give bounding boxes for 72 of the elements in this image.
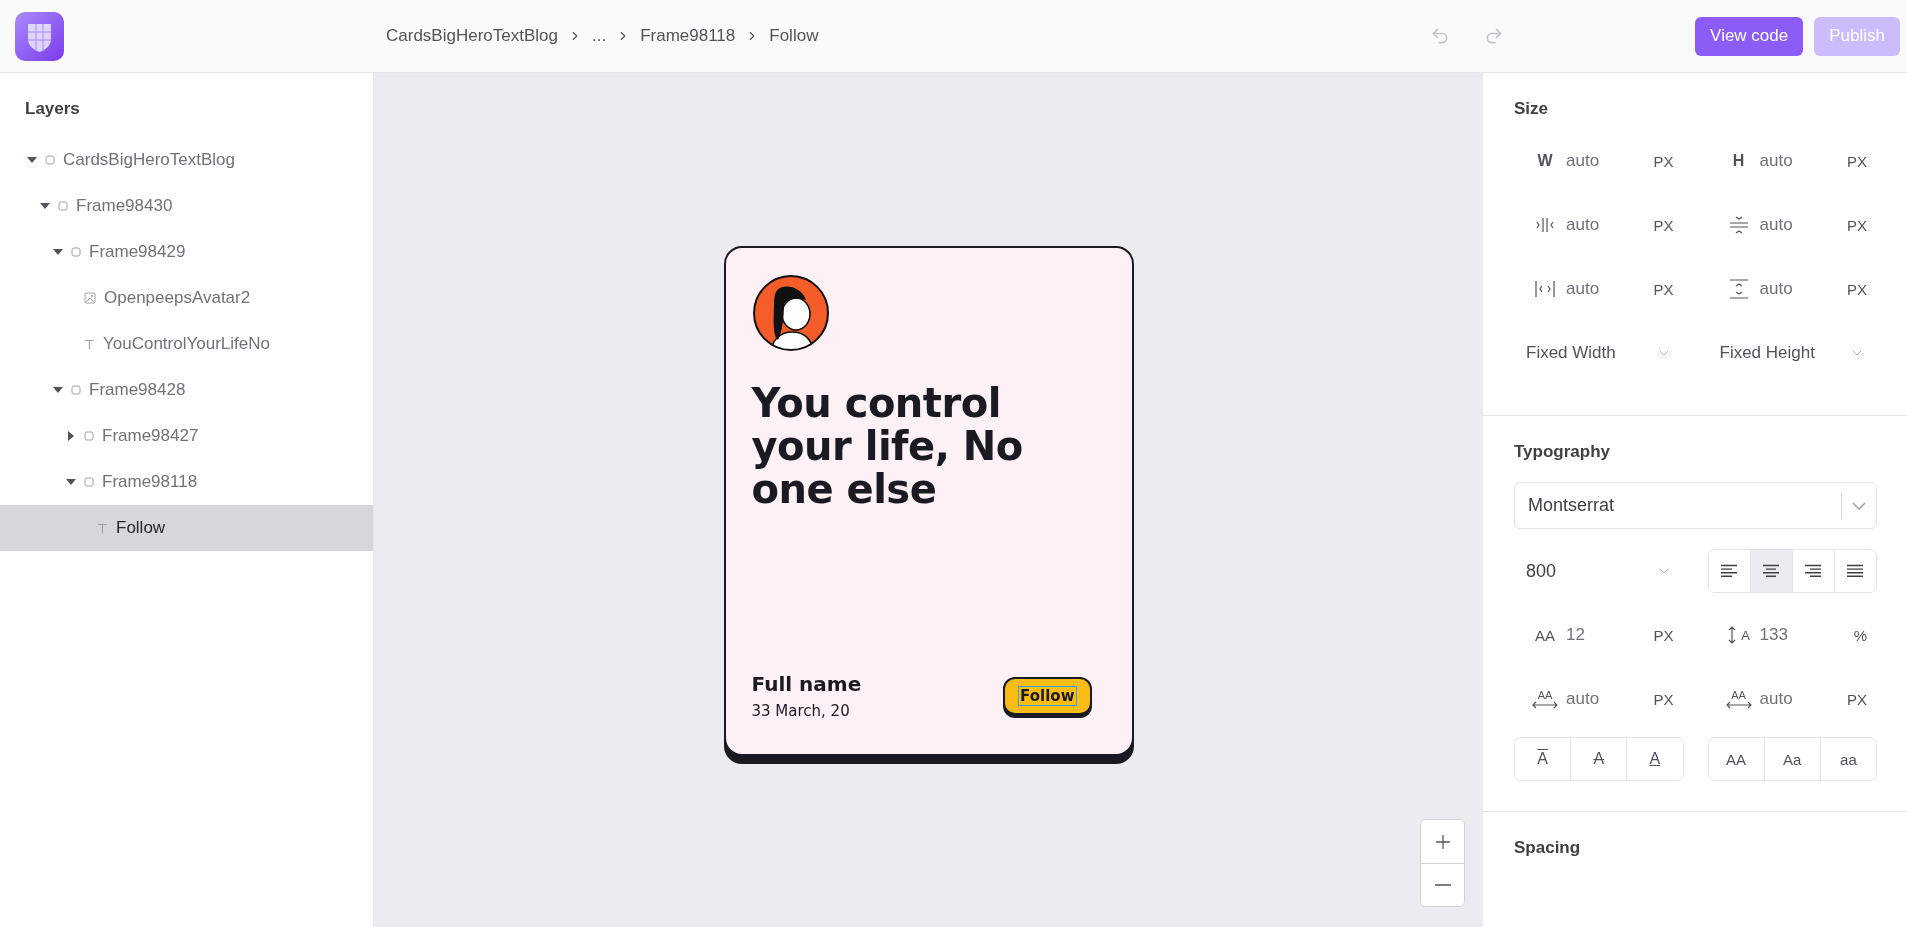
frame-icon <box>84 431 94 441</box>
dimension-field[interactable]: AA auto PX <box>1514 667 1684 731</box>
text-type-icon <box>84 338 95 350</box>
text-type-icon <box>97 522 108 534</box>
align-button[interactable] <box>1833 550 1876 592</box>
layer-item[interactable]: Frame98430 <box>0 183 373 229</box>
frame-icon <box>71 385 81 395</box>
vertical-arrow-icon <box>1727 626 1736 644</box>
caret-down-icon[interactable] <box>53 247 63 257</box>
caret-down-icon[interactable] <box>27 155 37 165</box>
follow-button[interactable]: Follow <box>1003 677 1092 715</box>
font-weight-select[interactable]: 800 <box>1514 539 1684 603</box>
align-left-icon <box>1720 564 1739 578</box>
breadcrumb-link[interactable]: ... <box>591 26 607 46</box>
letter-spacing-label: AA <box>1528 689 1562 709</box>
breadcrumb-link[interactable]: Frame98118 <box>640 26 736 46</box>
sizing-dropdown[interactable]: Fixed Width <box>1514 321 1684 385</box>
app-logo[interactable] <box>15 11 64 61</box>
letter-spacing-label: AA <box>1721 689 1756 709</box>
section-title: Spacing <box>1514 838 1582 858</box>
layer-item[interactable]: Frame98428 <box>0 367 373 413</box>
dimension-field[interactable]: auto PX <box>1514 257 1684 321</box>
dimension-field[interactable]: AA 12 PX <box>1514 603 1684 667</box>
layer-item[interactable]: Frame98429 <box>0 229 373 275</box>
field-label: A <box>1740 627 1751 643</box>
dimension-field[interactable]: W auto PX <box>1514 129 1684 193</box>
layer-item[interactable]: Frame98118 <box>0 459 373 505</box>
dimension-field[interactable]: AA auto PX <box>1707 667 1877 731</box>
chevron-down-icon <box>1852 501 1866 510</box>
max-height-icon <box>1727 278 1750 300</box>
breadcrumb-link[interactable]: Follow <box>769 26 819 46</box>
align-button[interactable] <box>1749 550 1792 592</box>
frame-icon <box>71 247 81 257</box>
frame-icon <box>45 155 55 165</box>
field-label: H <box>1731 152 1746 170</box>
caret-down-icon[interactable] <box>53 385 63 395</box>
card-heading: You control your life, No one else <box>751 382 1024 511</box>
dimension-field[interactable]: auto PX <box>1707 257 1877 321</box>
frame-icon <box>84 477 94 487</box>
align-justify-icon <box>1846 564 1865 578</box>
align-center-icon <box>1762 564 1781 578</box>
min-height-icon <box>1727 214 1750 236</box>
layer-item[interactable]: Frame98427 <box>0 413 373 459</box>
minus-icon <box>1434 884 1451 886</box>
sizing-dropdown[interactable]: Fixed Height <box>1707 321 1877 385</box>
field-label: W <box>1536 152 1554 170</box>
image-icon <box>84 292 96 304</box>
post-date: 33 March, 20 <box>751 702 851 720</box>
decoration-button[interactable]: A <box>1626 738 1683 780</box>
font-family-select[interactable]: Montserrat <box>1514 482 1877 529</box>
section-title: Size <box>1514 99 1550 119</box>
dimension-field[interactable]: A 133 % <box>1707 603 1877 667</box>
field-label: AA <box>1534 626 1556 644</box>
align-right-icon <box>1804 564 1823 578</box>
caret-down-icon[interactable] <box>66 477 76 487</box>
frame-icon <box>58 201 68 211</box>
caret-right-icon[interactable] <box>66 431 76 441</box>
layer-item[interactable]: Follow <box>0 505 373 551</box>
max-width-icon <box>1534 278 1556 300</box>
layer-item[interactable]: OpenpeepsAvatar2 <box>0 275 373 321</box>
dimension-field[interactable]: auto PX <box>1514 193 1684 257</box>
text-case-button[interactable]: aa <box>1819 738 1876 780</box>
author-name: Full name <box>751 672 862 696</box>
section-title: Typography <box>1514 442 1612 462</box>
view-code-button[interactable]: View code <box>1695 16 1804 56</box>
panel-title: Layers <box>24 99 81 119</box>
layer-item[interactable]: YouControlYourLifeNo <box>0 321 373 367</box>
breadcrumb-link[interactable]: CardsBigHeroTextBlog <box>386 26 558 46</box>
layer-item[interactable]: CardsBigHeroTextBlog <box>0 137 373 183</box>
caret-down-icon[interactable] <box>40 201 50 211</box>
dimension-field[interactable]: H auto PX <box>1707 129 1877 193</box>
dimension-field[interactable]: auto PX <box>1707 193 1877 257</box>
